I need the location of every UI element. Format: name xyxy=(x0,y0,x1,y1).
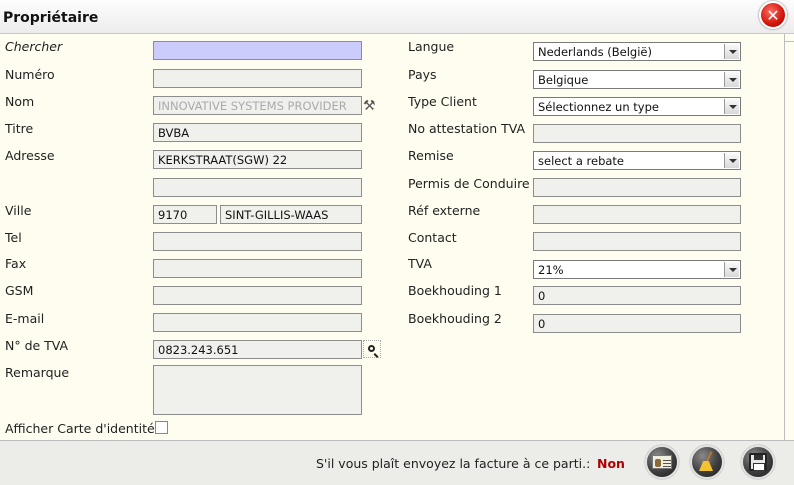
permis-input[interactable] xyxy=(533,178,741,197)
attestation-input[interactable] xyxy=(533,124,741,143)
id-card-button[interactable] xyxy=(645,445,679,479)
carte-identite-checkbox[interactable] xyxy=(155,421,168,434)
adresse-label: Adresse xyxy=(5,148,55,163)
langue-select-value: Nederlands (België) xyxy=(538,45,652,59)
type-client-select-value: Sélectionnez un type xyxy=(538,100,659,114)
type-client-select[interactable]: Sélectionnez un type xyxy=(533,97,741,116)
chercher-label: Chercher xyxy=(5,39,63,54)
titre-input[interactable]: BVBA xyxy=(153,123,362,142)
chevron-down-icon xyxy=(724,262,739,277)
chevron-down-icon xyxy=(724,44,739,59)
broom-icon xyxy=(696,451,718,473)
boekhouding1-label: Boekhouding 1 xyxy=(408,283,502,298)
permis-label: Permis de Conduire xyxy=(408,176,530,191)
langue-label: Langue xyxy=(408,39,455,54)
boekhouding1-input[interactable]: 0 xyxy=(533,286,741,305)
contact-input[interactable] xyxy=(533,232,741,251)
tva-number-input[interactable]: 0823.243.651 xyxy=(153,340,362,359)
close-button[interactable]: ✕ xyxy=(759,1,787,29)
pays-label: Pays xyxy=(408,67,437,82)
remise-select[interactable]: select a rebate xyxy=(533,151,741,170)
search-input[interactable] xyxy=(153,41,362,60)
pays-select[interactable]: Belgique xyxy=(533,70,741,89)
contact-label: Contact xyxy=(408,230,457,245)
remarque-textarea[interactable] xyxy=(153,365,362,415)
city-input[interactable]: SINT-GILLIS-WAAS xyxy=(220,205,362,224)
chevron-down-icon xyxy=(724,153,739,168)
title-bar: Propriétaire ✕ xyxy=(0,0,794,34)
floppy-disk-icon xyxy=(749,453,767,471)
gsm-input[interactable] xyxy=(153,286,362,305)
divider xyxy=(784,41,794,42)
boekhouding2-input[interactable]: 0 xyxy=(533,314,741,333)
tel-label: Tel xyxy=(5,230,22,245)
boekhouding2-label: Boekhouding 2 xyxy=(408,311,502,326)
ville-label: Ville xyxy=(5,203,32,218)
ref-externe-input[interactable] xyxy=(533,205,741,224)
send-invoice-toggle[interactable]: Non xyxy=(597,456,625,471)
numero-label: Numéro xyxy=(5,67,55,82)
tva-rate-select[interactable]: 21% xyxy=(533,260,741,279)
send-invoice-question: S'il vous plaît envoyez la facture à ce … xyxy=(316,456,591,471)
titre-label: Titre xyxy=(5,121,34,136)
id-card-icon xyxy=(652,455,672,469)
chevron-down-icon xyxy=(724,72,739,87)
tva-rate-select-value: 21% xyxy=(538,263,564,277)
type-client-label: Type Client xyxy=(408,94,477,109)
clear-button[interactable] xyxy=(690,445,724,479)
pays-select-value: Belgique xyxy=(538,73,589,87)
divider xyxy=(784,34,785,440)
ref-externe-label: Réf externe xyxy=(408,203,481,218)
nom-input[interactable]: INNOVATIVE SYSTEMS PROVIDER xyxy=(153,96,362,115)
remarque-label: Remarque xyxy=(5,365,70,380)
nom-label: Nom xyxy=(5,94,35,109)
remise-select-value: select a rebate xyxy=(538,154,625,168)
email-input[interactable] xyxy=(153,313,362,332)
langue-select[interactable]: Nederlands (België) xyxy=(533,42,741,61)
adresse-input[interactable]: KERKSTRAAT(SGW) 22 xyxy=(153,150,362,169)
postcode-input[interactable]: 9170 xyxy=(153,205,217,224)
remise-label: Remise xyxy=(408,148,454,163)
fax-input[interactable] xyxy=(153,259,362,278)
numero-input[interactable] xyxy=(153,69,362,88)
tools-icon[interactable]: ⚒ xyxy=(363,98,379,114)
adresse-line2-input[interactable] xyxy=(153,178,362,197)
magnifier-icon[interactable] xyxy=(363,340,381,358)
tva-number-label: N° de TVA xyxy=(5,338,69,353)
tel-input[interactable] xyxy=(153,232,362,251)
carte-identite-label: Afficher Carte d'identité xyxy=(5,421,155,436)
tva-rate-label: TVA xyxy=(408,256,432,271)
email-label: E-mail xyxy=(5,311,45,326)
gsm-label: GSM xyxy=(5,283,34,298)
attestation-label: No attestation TVA xyxy=(408,121,526,136)
fax-label: Fax xyxy=(5,256,27,271)
window-title: Propriétaire xyxy=(3,10,99,26)
save-button[interactable] xyxy=(741,445,775,479)
close-icon: ✕ xyxy=(766,5,780,25)
chevron-down-icon xyxy=(724,99,739,114)
